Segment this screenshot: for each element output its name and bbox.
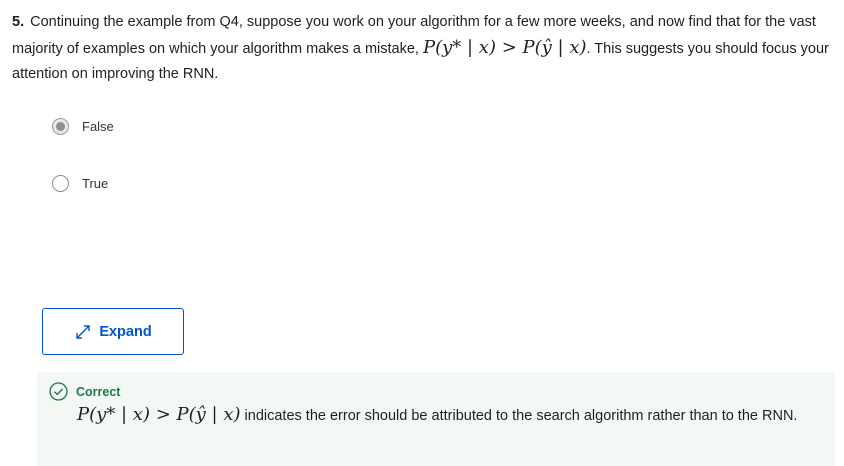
question-math: P(y* | x) > P(ŷ | x) <box>423 37 587 58</box>
feedback-text: P(y* | x) > P(ŷ | x) indicates the error… <box>77 402 817 429</box>
option-false[interactable]: False <box>52 116 114 136</box>
feedback-panel: Correct P(y* | x) > P(ŷ | x) indicates t… <box>37 372 835 466</box>
check-circle-icon <box>49 382 68 401</box>
expand-button[interactable]: Expand <box>42 308 184 355</box>
expand-label: Expand <box>99 323 152 340</box>
option-true[interactable]: True <box>52 173 108 193</box>
radio-unselected-icon[interactable] <box>52 174 69 192</box>
question-number: 5. <box>12 14 25 30</box>
feedback-explanation: indicates the error should be attributed… <box>240 408 798 424</box>
option-label: True <box>82 175 109 191</box>
option-label: False <box>82 118 114 134</box>
question-text: 5. Continuing the example from Q4, suppos… <box>12 10 838 87</box>
feedback-math: P(y* | x) > P(ŷ | x) <box>77 404 241 425</box>
feedback-header: Correct <box>49 382 120 401</box>
expand-arrows-icon <box>76 324 91 339</box>
radio-selected-icon[interactable] <box>52 117 69 135</box>
feedback-status: Correct <box>76 384 121 399</box>
